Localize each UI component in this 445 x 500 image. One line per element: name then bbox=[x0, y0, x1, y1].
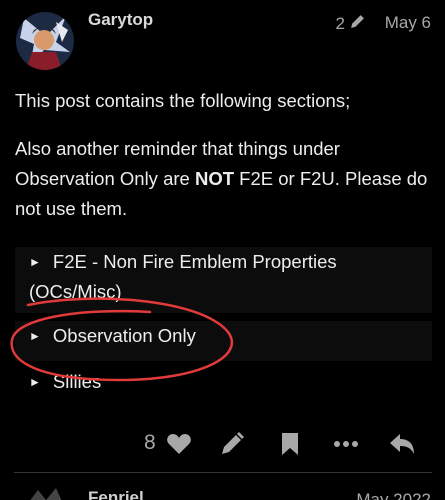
like-count[interactable]: 8 bbox=[144, 431, 156, 455]
username[interactable]: Garytop bbox=[88, 10, 153, 30]
avatar[interactable] bbox=[16, 12, 74, 70]
username[interactable]: Fenriel bbox=[88, 488, 144, 500]
collapse-triangle-icon: ► bbox=[29, 255, 41, 269]
more-icon[interactable] bbox=[333, 432, 359, 456]
bold-text: NOT bbox=[194, 168, 235, 189]
section-list: ► F2E - Non Fire Emblem Properties (OCs/M… bbox=[15, 247, 432, 403]
post-date[interactable]: May 2022 bbox=[356, 490, 431, 500]
post-date[interactable]: May 6 bbox=[385, 13, 431, 33]
avatar[interactable] bbox=[16, 486, 74, 500]
reply-icon[interactable] bbox=[389, 432, 415, 456]
post-divider bbox=[14, 472, 432, 473]
edit-count: 2 bbox=[335, 14, 345, 33]
pencil-icon bbox=[349, 13, 366, 35]
details-section[interactable]: ► Sillies bbox=[15, 367, 432, 403]
post-actions: 8 bbox=[0, 424, 445, 464]
heart-icon[interactable] bbox=[166, 432, 192, 456]
post-paragraph: Also another reminder that things under … bbox=[15, 134, 435, 224]
section-summary: F2E - Non Fire Emblem Properties (OCs/Mi… bbox=[29, 251, 337, 302]
collapse-triangle-icon: ► bbox=[29, 329, 41, 343]
edit-history-indicator[interactable]: 2 bbox=[336, 13, 366, 35]
details-section[interactable]: ► Observation Only bbox=[15, 321, 432, 361]
collapse-triangle-icon: ► bbox=[29, 375, 41, 389]
pencil-icon[interactable] bbox=[219, 432, 245, 456]
bookmark-icon[interactable] bbox=[278, 432, 304, 456]
section-summary: Sillies bbox=[52, 371, 102, 392]
details-section[interactable]: ► F2E - Non Fire Emblem Properties (OCs/M… bbox=[15, 247, 432, 313]
section-summary: Observation Only bbox=[52, 325, 196, 346]
post-header: Garytop 2 May 6 bbox=[0, 0, 445, 80]
post-paragraph: This post contains the following section… bbox=[15, 90, 351, 111]
